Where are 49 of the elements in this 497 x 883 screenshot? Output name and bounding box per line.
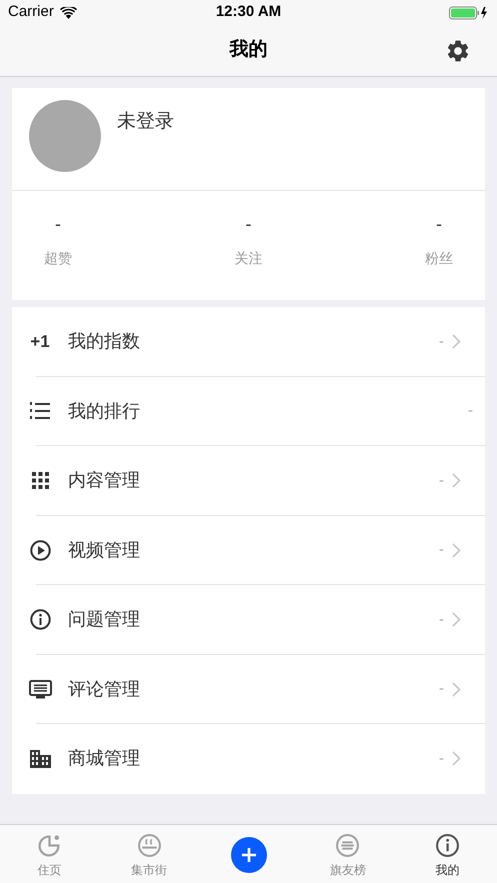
play-icon xyxy=(30,540,50,561)
stat-label: 超赞 xyxy=(44,249,72,268)
menu-row[interactable]: 我的排行 - xyxy=(12,376,485,446)
menu-value: - xyxy=(439,748,444,768)
monitor-icon xyxy=(28,680,52,699)
plus-one-icon: +1 xyxy=(30,329,50,354)
pie-chart-icon xyxy=(37,833,62,858)
menu-label: 我的排行 xyxy=(68,400,140,423)
menu-row[interactable]: 视频管理 - xyxy=(12,516,485,585)
stat-value: - xyxy=(436,213,442,236)
battery-icon xyxy=(449,6,489,20)
lines-circle-icon xyxy=(335,833,360,858)
menu-value: - xyxy=(439,332,444,352)
menu-label: 视频管理 xyxy=(68,538,140,562)
menu-row[interactable]: 评论管理 - xyxy=(12,654,485,724)
numbered-list-icon xyxy=(30,402,50,420)
tab-item[interactable]: 我的 xyxy=(398,825,497,879)
carrier-label: Carrier xyxy=(8,2,54,22)
menu-row[interactable]: 问题管理 - xyxy=(12,585,485,654)
settings-button[interactable] xyxy=(445,38,471,64)
plus-icon xyxy=(242,848,256,862)
menu-value: - xyxy=(439,610,444,630)
bowl-icon xyxy=(136,833,162,858)
menu-row[interactable]: +1 我的指数 - xyxy=(12,307,485,376)
grid-icon xyxy=(32,472,48,490)
menu-label: 问题管理 xyxy=(68,608,140,632)
stat-value: - xyxy=(246,213,252,236)
menu-value: - xyxy=(468,401,473,421)
menu-label: 评论管理 xyxy=(68,678,140,701)
stat-label: 关注 xyxy=(234,249,262,268)
settings-icon xyxy=(445,38,471,64)
menu-label: 内容管理 xyxy=(68,469,140,492)
info-icon xyxy=(434,833,460,858)
username-label[interactable]: 未登录 xyxy=(117,108,174,136)
clock-label: 12:30 AM xyxy=(216,2,282,22)
menu-label: 我的指数 xyxy=(68,330,140,354)
menu-row[interactable]: 商城管理 - xyxy=(12,724,485,794)
page-title: 我的 xyxy=(230,38,268,62)
menu-value: - xyxy=(439,679,444,699)
menu-label: 商城管理 xyxy=(68,747,140,770)
menu-value: - xyxy=(439,540,444,560)
stat-value: - xyxy=(55,213,61,236)
menu-row[interactable]: 内容管理 - xyxy=(12,446,485,516)
building-icon xyxy=(30,750,50,768)
stat-label: 粉丝 xyxy=(425,249,453,268)
info-icon xyxy=(30,609,50,630)
wifi-icon xyxy=(60,6,77,18)
add-button[interactable] xyxy=(230,837,267,873)
menu-value: - xyxy=(439,470,444,490)
